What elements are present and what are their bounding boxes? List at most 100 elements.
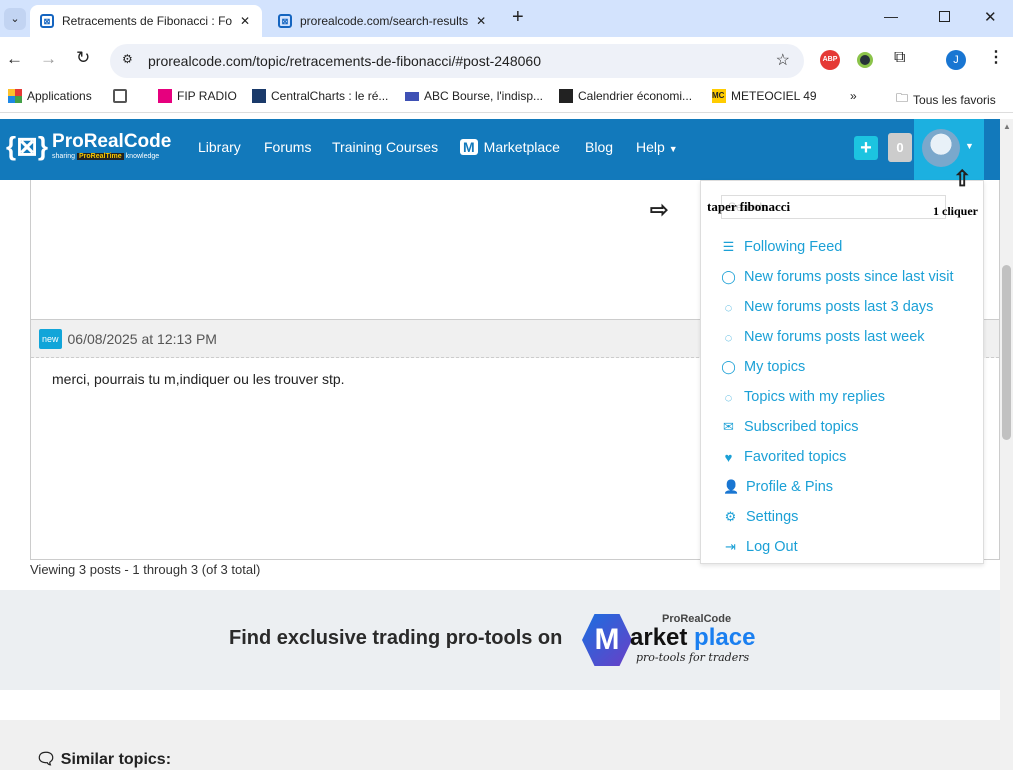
caret-down-icon: ▼ [965,141,974,151]
bookmark-meteociel[interactable]: MC METEOCIEL 49 [712,89,817,103]
tab-groups-icon[interactable] [113,89,127,103]
minimize-button[interactable]: — [884,8,898,24]
scroll-up-icon[interactable]: ▲ [1003,122,1011,131]
nav-forums[interactable]: Forums [264,139,311,155]
logo-name: ProRealCode [52,131,172,152]
site-logo[interactable]: {⊠} ProRealCode sharing ProRealTime knowle… [6,131,171,162]
bookmark-fip-radio[interactable]: FIP RADIO [158,89,237,103]
url-text: prorealcode.com/topic/retracements-de-fi… [148,53,541,69]
similar-topics-title: 🗨 Similar topics: [36,749,171,769]
adblock-icon[interactable]: ABP [820,50,840,70]
close-tab-icon[interactable]: ✕ [476,14,486,28]
bookmark-label: Tous les favoris [913,92,996,107]
tab-list-button[interactable]: ⌄ [4,8,26,30]
user-icon: 👤 [723,479,740,494]
star-icon[interactable]: ☆ [776,50,790,70]
marketplace-icon: M [460,139,478,155]
bookmark-label: CentralCharts : le ré... [271,89,389,103]
nav-marketplace[interactable]: M Marketplace [460,139,560,155]
tab-search-results[interactable]: ⊠ prorealcode.com/search-results ✕ [268,5,498,37]
menu-favorited-topics[interactable]: ♥ Favorited topics [721,449,847,465]
comment-icon: 🗨 [36,751,57,768]
post-body: merci, pourrais tu m,indiquer ou les tro… [52,371,345,387]
bookmark-centralcharts[interactable]: CentralCharts : le ré... [252,89,388,103]
close-tab-icon[interactable]: ✕ [240,14,250,28]
nav-library[interactable]: Library [198,139,241,155]
menu-subscribed-topics[interactable]: ✉ Subscribed topics [721,419,858,435]
notification-count[interactable]: 0 [888,133,912,162]
gear-icon: ⚙ [724,509,737,524]
forward-button[interactable]: → [40,49,57,69]
annotation-arrow-up-icon: ⇧ [953,166,972,191]
bookmark-calendrier[interactable]: Calendrier économi... [559,89,692,103]
menu-label: Profile & Pins [746,479,834,495]
logo-tagline: ProRealTime [77,153,124,160]
profile-avatar[interactable]: J [946,50,966,70]
bookmark-label: FIP RADIO [177,89,237,103]
all-bookmarks[interactable]: 🗀 Tous les favoris [896,89,996,110]
caret-down-icon: ▼ [668,144,678,154]
fip-icon [158,89,172,103]
bookmark-label: ABC Bourse, l'indisp... [424,89,544,103]
menu-log-out[interactable]: ⇥ Log Out [723,539,798,555]
menu-label: Settings [746,509,799,525]
menu-new-posts-3-days[interactable]: ◌ New forums posts last 3 days [721,299,934,315]
more-bookmarks-button[interactable]: » [850,89,857,103]
menu-label: Favorited topics [744,449,847,465]
menu-label: New forums posts last 3 days [744,299,934,315]
prorealcode-favicon: ⊠ [278,14,292,28]
page-scrollbar[interactable]: ▲ [1000,119,1013,770]
url-field[interactable]: ⚙ prorealcode.com/topic/retracements-de-… [110,44,804,78]
bookmark-label: METEOCIEL 49 [731,89,817,103]
new-badge: new [39,328,62,349]
menu-profile-pins[interactable]: 👤 Profile & Pins [723,479,833,495]
bookmark-applications[interactable]: Applications [8,89,92,103]
annotation-click-hint: 1 cliquer [933,204,978,218]
investing-icon [559,89,573,103]
menu-following-feed[interactable]: ☰ Following Feed [721,239,843,255]
user-dropdown-menu: Search ☰ Following Feed ◯ New forums posts… [700,180,984,564]
new-tab-button[interactable]: + [512,6,524,29]
logout-icon: ⇥ [725,539,736,554]
extension-check-icon[interactable] [857,52,873,68]
tab-active[interactable]: ⊠ Retracements de Fibonacci : For ✕ [30,5,262,37]
menu-settings[interactable]: ⚙ Settings [723,509,799,525]
tab-title: Retracements de Fibonacci : For [62,14,232,28]
list-icon: ☰ [722,239,735,254]
similar-topics-label: Similar topics: [60,751,172,768]
bookmark-abc-bourse[interactable]: ABC Bourse, l'indisp... [405,89,543,103]
back-button[interactable]: ← [6,49,23,69]
address-bar-row: ← → ↻ ⚙ prorealcode.com/topic/retracemen… [0,37,1013,83]
logo-icon: {⊠} [6,131,49,161]
menu-label: Log Out [746,539,798,555]
marketplace-text: Find exclusive trading pro-tools on [229,627,563,649]
folder-icon: 🗀 [896,91,909,105]
annotation-type-hint: taper fibonacci [707,199,791,214]
comments-icon: ◌ [724,329,733,345]
scrollbar-thumb[interactable] [1002,265,1011,440]
marketplace-banner[interactable]: Find exclusive trading pro-tools on M Pr… [0,590,1000,690]
nav-label: Marketplace [483,139,560,155]
nav-blog[interactable]: Blog [585,139,613,155]
nav-help[interactable]: Help ▼ [636,139,678,155]
nav-training-courses[interactable]: Training Courses [332,139,438,155]
tab-title: prorealcode.com/search-results [300,14,469,28]
menu-new-posts-since-visit[interactable]: ◯ New forums posts since last visit [721,269,953,285]
viewing-posts-count: Viewing 3 posts - 1 through 3 (of 3 tota… [30,562,261,577]
site-settings-icon[interactable]: ⚙ [122,52,133,66]
menu-my-topics[interactable]: ◯ My topics [721,359,805,375]
extensions-puzzle-icon[interactable]: ⧉ [894,49,905,67]
user-menu-toggle[interactable]: ▼ [914,119,984,180]
add-button[interactable]: + [854,136,878,160]
marketplace-tagline: pro-tools for traders [636,651,750,664]
maximize-button[interactable] [939,11,950,22]
logo-tagline: knowledge [125,153,160,160]
mc-icon: MC [712,89,726,103]
logo-word: place [694,624,756,651]
reload-button[interactable]: ↻ [76,48,90,68]
close-window-button[interactable]: ✕ [984,8,997,26]
menu-kebab-icon[interactable]: ⋮ [988,47,1004,67]
menu-topics-my-replies[interactable]: ◌ Topics with my replies [721,389,885,405]
apps-grid-icon [8,89,22,103]
menu-new-posts-week[interactable]: ◌ New forums posts last week [721,329,925,345]
